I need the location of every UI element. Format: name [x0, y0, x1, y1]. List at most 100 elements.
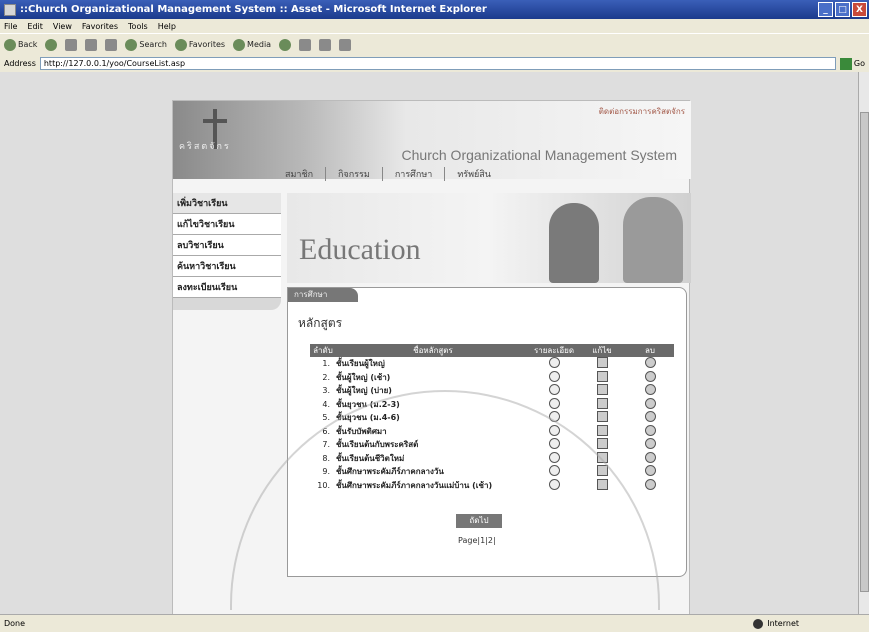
window-controls: _ □ X [818, 2, 867, 17]
details-icon[interactable] [548, 370, 560, 382]
edit-icon[interactable] [596, 424, 608, 436]
menu-bar: File Edit View Favorites Tools Help [0, 19, 869, 33]
edit-icon[interactable] [596, 370, 608, 382]
nav-assets[interactable]: ทรัพย์สิน [445, 167, 503, 181]
go-button[interactable]: Go [839, 57, 869, 70]
refresh-button[interactable] [85, 38, 98, 51]
row-delete [626, 384, 674, 398]
details-icon[interactable] [548, 384, 560, 396]
favorites-button[interactable]: Favorites [174, 38, 225, 51]
home-button[interactable] [105, 38, 118, 51]
row-details [530, 397, 578, 412]
globe-icon [753, 618, 764, 629]
delete-icon[interactable] [644, 465, 656, 477]
forward-button[interactable] [45, 38, 58, 51]
toolbar: Back Search Favorites Media [0, 33, 869, 55]
delete-icon[interactable] [644, 411, 656, 423]
back-icon [4, 38, 16, 51]
delete-icon[interactable] [644, 438, 656, 450]
panel-tab: การศึกษา [288, 288, 358, 302]
menu-tools[interactable]: Tools [128, 22, 148, 31]
menu-view[interactable]: View [53, 22, 72, 31]
address-input[interactable]: http://127.0.0.1/yoo/CourseList.asp [39, 57, 836, 70]
address-url: http://127.0.0.1/yoo/CourseList.asp [43, 59, 186, 68]
row-course-name: ชั้นเรียนผู้ใหญ่ [336, 359, 385, 369]
delete-icon[interactable] [644, 424, 656, 436]
forward-icon [45, 38, 58, 51]
vertical-scrollbar[interactable] [858, 72, 869, 614]
table-row: 2. ชั้นผู้ใหญ่ (เช้า) [310, 370, 674, 385]
col-course-name: ชื่อหลักสูตร [336, 344, 530, 357]
site-banner: คริสตจักร ติดต่อกรรมการคริสตจักร Church … [173, 101, 691, 181]
side-add-course[interactable]: เพิ่มวิชาเรียน [173, 193, 281, 214]
education-hero: Education [287, 193, 691, 283]
details-icon[interactable] [548, 357, 560, 369]
close-button[interactable]: X [852, 2, 867, 17]
col-details: รายละเอียด [530, 344, 578, 357]
delete-icon[interactable] [644, 370, 656, 382]
address-bar: Address http://127.0.0.1/yoo/CourseList.… [0, 55, 869, 72]
print-icon [319, 38, 332, 51]
contact-link[interactable]: ติดต่อกรรมการคริสตจักร [599, 105, 685, 118]
nav-activities[interactable]: กิจกรรม [326, 167, 383, 181]
refresh-icon [85, 38, 98, 51]
edit-button[interactable] [339, 38, 352, 51]
scroll-thumb[interactable] [860, 112, 869, 592]
delete-icon[interactable] [644, 451, 656, 463]
address-label: Address [4, 59, 36, 68]
row-delete [626, 411, 674, 425]
media-button[interactable]: Media [233, 38, 271, 51]
stop-button[interactable] [65, 38, 78, 51]
history-button[interactable] [279, 38, 292, 51]
student-photo-2 [623, 197, 683, 283]
details-icon[interactable] [548, 397, 560, 409]
row-delete [626, 357, 674, 371]
back-button[interactable]: Back [4, 38, 37, 51]
edit-icon[interactable] [596, 438, 608, 450]
row-edit [578, 384, 626, 398]
mail-icon [299, 38, 312, 51]
minimize-button[interactable]: _ [818, 2, 833, 17]
edit-icon[interactable] [596, 397, 608, 409]
side-edit-course[interactable]: แก้ไขวิชาเรียน [173, 214, 281, 235]
row-number: 4. [322, 399, 330, 409]
row-delete [626, 424, 674, 439]
menu-help[interactable]: Help [158, 22, 176, 31]
row-delete [626, 451, 674, 466]
nav-members[interactable]: สมาชิก [273, 167, 327, 181]
edit-icon[interactable] [596, 357, 608, 369]
org-name-thai: คริสตจักร [179, 142, 231, 152]
edit-icon[interactable] [596, 384, 608, 396]
star-icon [174, 38, 187, 51]
row-edit [578, 411, 626, 425]
delete-icon[interactable] [644, 478, 656, 490]
status-text: Done [4, 619, 26, 628]
menu-edit[interactable]: Edit [27, 22, 43, 31]
menu-file[interactable]: File [4, 22, 17, 31]
nav-education[interactable]: การศึกษา [383, 167, 446, 181]
security-zone: Internet [753, 618, 799, 629]
history-icon [279, 38, 292, 51]
side-search-course[interactable]: ค้นหาวิชาเรียน [173, 256, 281, 277]
delete-icon[interactable] [644, 357, 656, 369]
student-photo-1 [549, 203, 599, 283]
mail-button[interactable] [299, 38, 312, 51]
edit-icon[interactable] [596, 411, 608, 423]
menu-favorites[interactable]: Favorites [82, 22, 118, 31]
row-edit [578, 370, 626, 385]
go-icon [839, 57, 852, 70]
print-button[interactable] [319, 38, 332, 51]
side-delete-course[interactable]: ลบวิชาเรียน [173, 235, 281, 256]
side-register-course[interactable]: ลงทะเบียนเรียน [173, 277, 281, 298]
home-icon [105, 38, 118, 51]
stop-icon [65, 38, 78, 51]
window-titlebar: ::Church Organizational Management Syste… [0, 0, 869, 19]
search-button[interactable]: Search [125, 38, 167, 51]
row-delete [626, 370, 674, 385]
delete-icon[interactable] [644, 384, 656, 396]
status-bar: Done Internet [0, 614, 869, 632]
maximize-button[interactable]: □ [835, 2, 850, 17]
row-edit [578, 397, 626, 412]
row-edit [578, 357, 626, 371]
delete-icon[interactable] [644, 397, 656, 409]
